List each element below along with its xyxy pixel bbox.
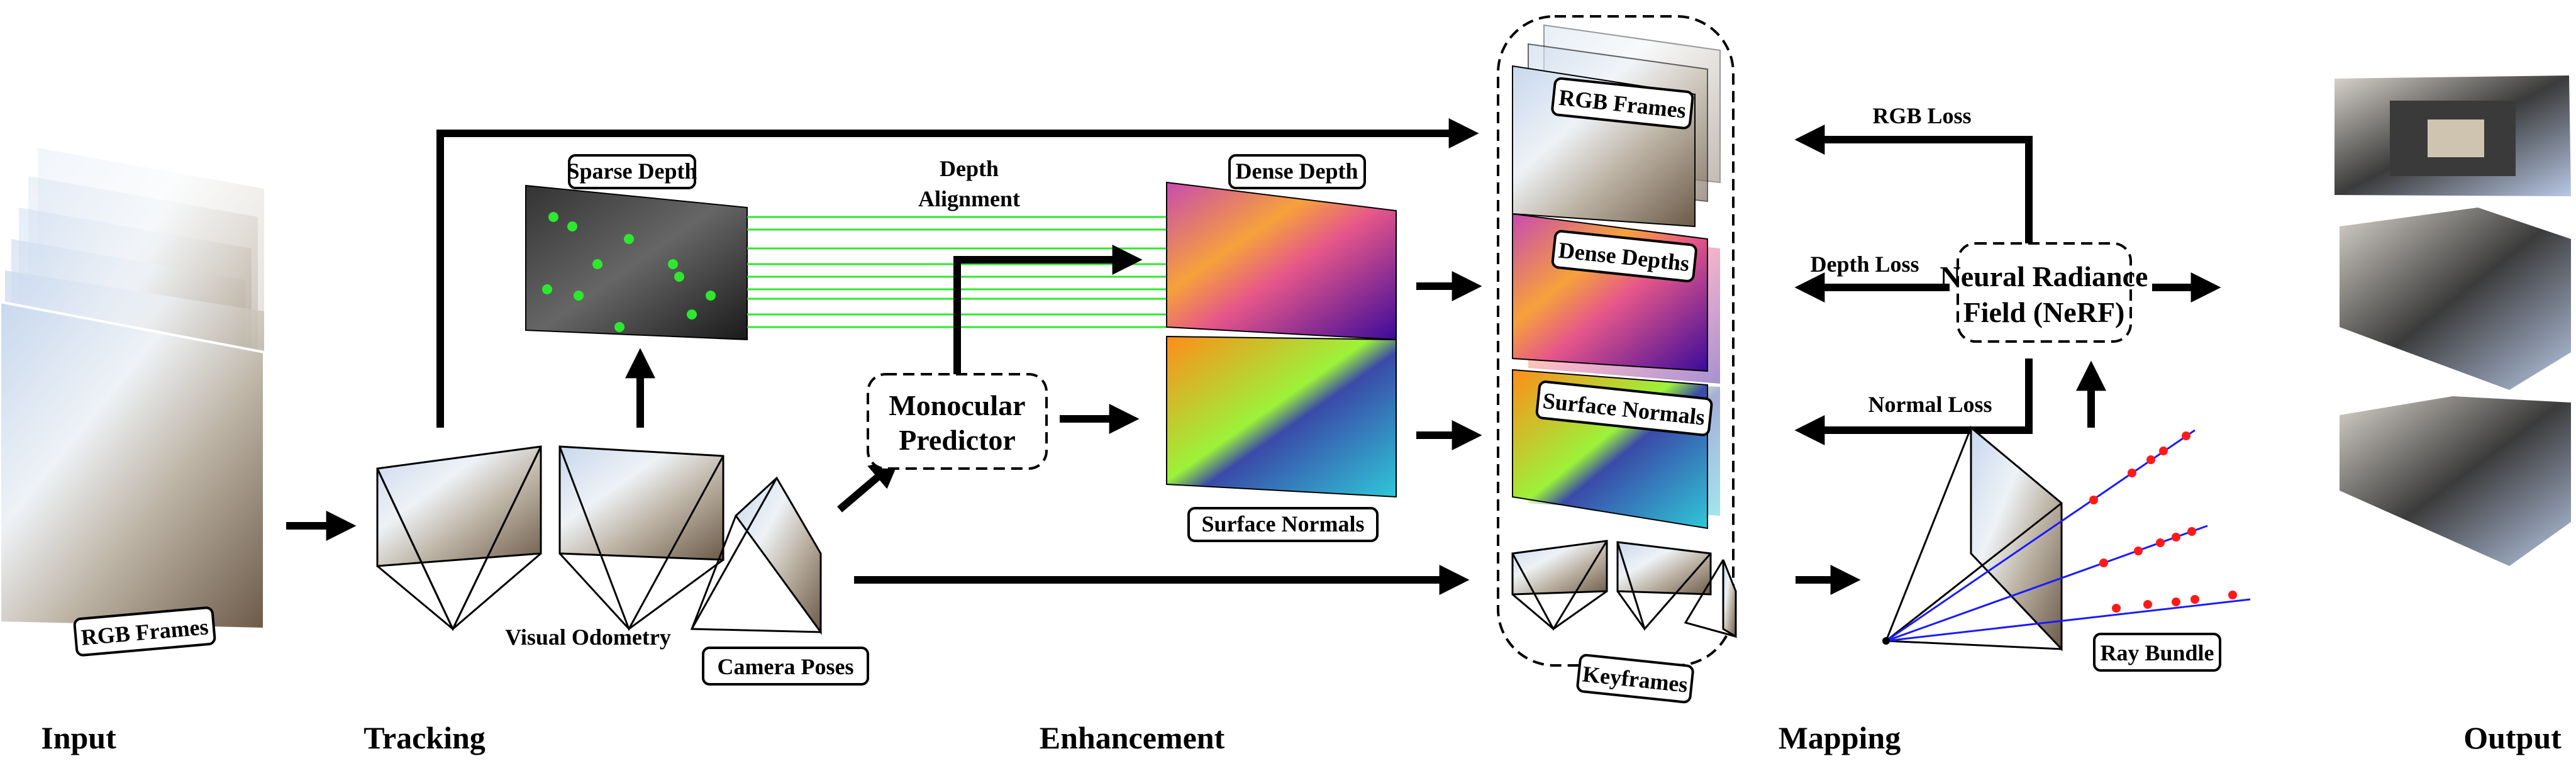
ray-bundle-label: Ray Bundle	[2100, 640, 2214, 665]
dense-depth-tag: Dense Depth	[1228, 154, 1366, 189]
mapping-keyframes-frustums	[1511, 540, 1737, 638]
nerf-box: Neural Radiance Field (NeRF)	[1940, 242, 2148, 343]
dense-depth-image	[1166, 181, 1397, 341]
arrow-to-monocular	[837, 458, 901, 513]
monocular-label-2: Predictor	[899, 424, 1016, 456]
camera-poses-tag: Camera Poses	[702, 647, 869, 686]
surface-normals-label: Surface Normals	[1202, 511, 1365, 536]
keyframes-tag: Keyframes	[1576, 653, 1694, 704]
sparse-depth-image	[525, 184, 748, 341]
depth-alignment-label-1: Depth	[940, 156, 999, 181]
stage-mapping-label: Mapping	[1779, 720, 1901, 755]
dense-depth-label: Dense Depth	[1236, 158, 1358, 184]
ray-bundle-camera	[1882, 425, 2251, 652]
pipeline-diagram: RGB Frames Visual Odometry Camera Poses …	[0, 15, 2571, 755]
input-rgb-frame-stack	[0, 148, 265, 631]
normal-loss-label: Normal Loss	[1868, 392, 1992, 417]
sparse-depth-tag: Sparse Depth	[567, 154, 697, 189]
visual-odometry-label: Visual Odometry	[505, 625, 671, 650]
tracking-camera-frustums	[376, 445, 822, 635]
ray-bundle-tag: Ray Bundle	[2093, 633, 2221, 672]
stage-tracking-label: Tracking	[364, 720, 486, 755]
camera-poses-label: Camera Poses	[718, 654, 854, 679]
surface-normals-tag: Surface Normals	[1187, 507, 1379, 542]
stage-input-label: Input	[41, 720, 116, 755]
stage-output-label: Output	[2463, 720, 2562, 755]
nerf-label-1: Neural Radiance	[1940, 260, 2148, 292]
monocular-predictor-box: Monocular Predictor	[867, 373, 1048, 470]
stage-enhancement-label: Enhancement	[1040, 720, 1225, 755]
surface-normals-image	[1166, 335, 1397, 498]
output-renderings	[2334, 75, 2571, 566]
depth-loss-label: Depth Loss	[1810, 252, 1919, 277]
sparse-depth-label: Sparse Depth	[567, 158, 697, 184]
rgb-loss-label: RGB Loss	[1872, 103, 1971, 128]
monocular-label-1: Monocular	[889, 389, 1025, 421]
nerf-label-2: Field (NeRF)	[1963, 296, 2125, 328]
depth-alignment-label-2: Alignment	[918, 186, 1020, 211]
